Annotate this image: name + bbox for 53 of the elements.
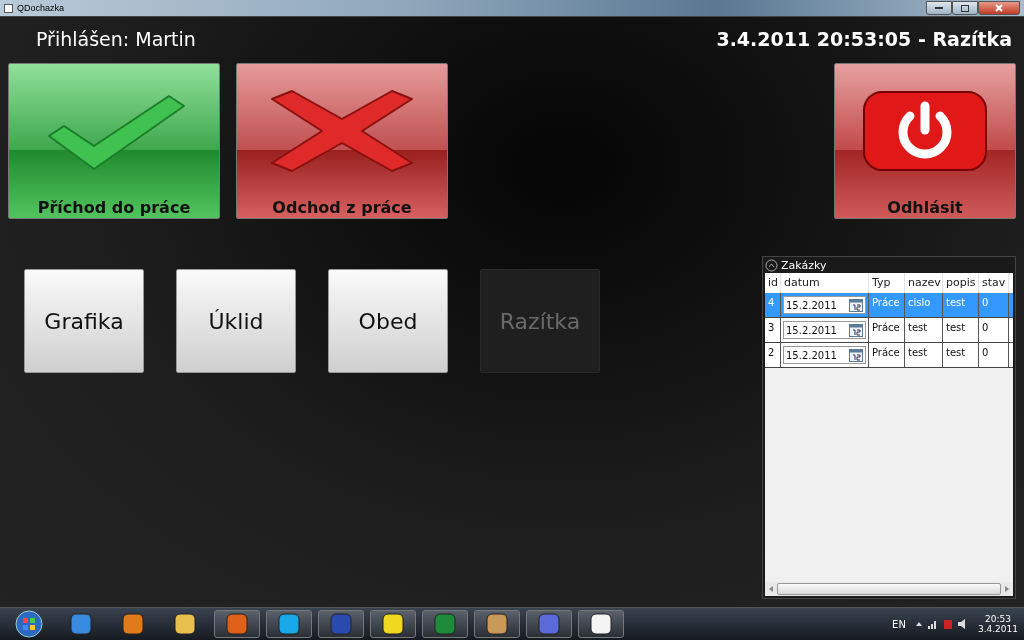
table-cell: test	[905, 343, 943, 367]
date-field[interactable]: 15.2.2011	[783, 346, 866, 364]
logout-button[interactable]: Odhlásit	[834, 63, 1016, 219]
table-cell: test	[943, 343, 979, 367]
power-icon	[862, 90, 988, 172]
minimize-button[interactable]	[926, 1, 952, 15]
date-time-status: 3.4.2011 20:53:05 - Razítka	[716, 28, 1012, 50]
table-cell: Práce	[869, 293, 905, 317]
category-button[interactable]: Úklid	[176, 269, 296, 373]
calendar-icon[interactable]	[849, 348, 863, 362]
calendar-icon[interactable]	[849, 298, 863, 312]
close-button[interactable]	[978, 1, 1020, 15]
table-cell: 2	[765, 343, 781, 367]
table-cell: 3	[765, 318, 781, 342]
calendar-icon[interactable]	[849, 323, 863, 337]
taskbar-button[interactable]	[474, 610, 520, 638]
restore-icon	[961, 4, 969, 12]
departure-button[interactable]: Odchod z práce	[236, 63, 448, 219]
table-cell: test	[905, 318, 943, 342]
arrival-button[interactable]: Příchod do práce	[8, 63, 220, 219]
scroll-right-icon[interactable]	[1003, 585, 1011, 593]
table-row[interactable]: 2 15.2.2011 Práce test test 0	[765, 343, 1013, 368]
table-cell: 0	[979, 293, 1009, 317]
app-icon	[4, 3, 13, 13]
panel-title: Zakázky	[781, 258, 827, 272]
logged-in-user: Přihlášen: Martin	[36, 28, 196, 50]
taskbar-button[interactable]	[266, 610, 312, 638]
date-field[interactable]: 15.2.2011	[783, 296, 866, 314]
table-cell: Práce	[869, 343, 905, 367]
minimize-icon	[935, 6, 943, 10]
table-cell: 4	[765, 293, 781, 317]
category-button[interactable]: Obed	[328, 269, 448, 373]
maximize-button[interactable]	[952, 1, 978, 15]
category-button[interactable]: Grafika	[24, 269, 144, 373]
window-title: QDochazka	[17, 3, 65, 13]
table-cell: 0	[979, 318, 1009, 342]
table-row[interactable]: 3 15.2.2011 Práce test test 0	[765, 318, 1013, 343]
scroll-left-icon[interactable]	[767, 585, 775, 593]
horizontal-scrollbar[interactable]	[765, 582, 1013, 596]
close-icon	[995, 4, 1003, 12]
clock[interactable]: 20:53 3.4.2011	[977, 614, 1018, 634]
collapse-icon[interactable]	[765, 258, 778, 272]
table-cell: 0	[979, 343, 1009, 367]
date-field[interactable]: 15.2.2011	[783, 321, 866, 339]
table-cell: test	[943, 293, 979, 317]
taskbar-button[interactable]	[578, 610, 624, 638]
taskbar-button[interactable]	[370, 610, 416, 638]
language-indicator[interactable]: EN	[892, 618, 906, 630]
table-row[interactable]: 4 15.2.2011 Práce cislo test 0	[765, 293, 1013, 318]
table-cell: cislo	[905, 293, 943, 317]
table-cell: test	[943, 318, 979, 342]
start-orb-icon	[15, 610, 43, 638]
table-cell: Práce	[869, 318, 905, 342]
